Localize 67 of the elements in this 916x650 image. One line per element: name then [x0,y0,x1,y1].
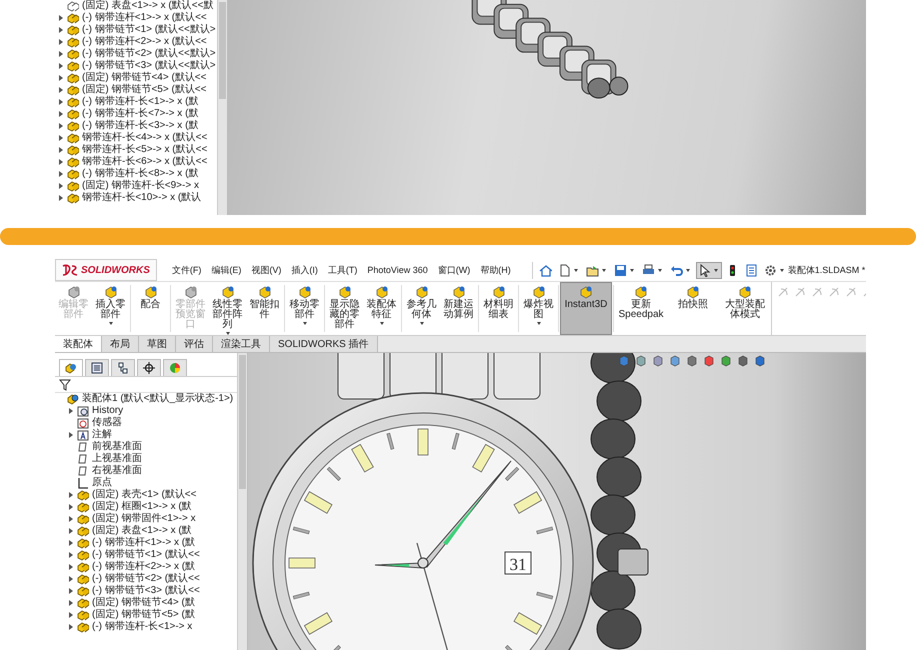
tab[interactable]: 布局 [102,336,139,352]
tree-item[interactable]: 上视基准面 [92,453,142,465]
tree-item[interactable]: (固定) 钢带链节<5> (默 [92,609,195,621]
tree-item[interactable]: (固定) 表壳<1> (默认<< [92,489,196,501]
tree-item[interactable]: History [92,405,124,417]
toolbar-button[interactable]: 新建运动算例 [440,282,477,335]
tree-item[interactable]: 传感器 [92,417,122,429]
toolbar-button[interactable]: 爆炸视图 [520,282,557,335]
tree-item[interactable]: 钢带连杆-长<5>-> x (默认<< [82,144,208,156]
document-title: 装配体1.SLDASM * [788,264,866,276]
toolbar-button[interactable]: 移动零部件 [286,282,323,335]
tab[interactable]: 渲染工具 [213,336,270,352]
logo-text: SOLIDWORKS [81,264,150,276]
tree-item[interactable]: (-) 钢带连杆<2>-> x (默认<< [82,36,207,48]
tree-item[interactable]: (固定) 钢带链节<5> (默认<< [82,84,206,96]
tree-item[interactable]: (-) 钢带连杆<1>-> x (默认<< [82,12,207,24]
tree-item[interactable]: 装配体1 (默认<默认_显示状态-1>) [82,393,234,405]
tree-item[interactable]: (-) 钢带连杆<1>-> x (默 [92,537,196,549]
tree-item[interactable]: (固定) 钢带固件<1>-> x [92,513,196,525]
toolbar-button[interactable]: 拍快照 [667,282,719,335]
tree-item[interactable]: (-) 钢带连杆-长<1>-> x (默 [82,96,198,108]
toolbar-button[interactable]: 材料明细表 [480,282,517,335]
toolbar-button[interactable]: Instant3D [560,282,612,335]
tree-item[interactable]: (固定) 钢带链节<4> (默 [92,597,195,609]
tree-item[interactable]: (-) 钢带链节<1> (默认<<默认> [82,24,216,36]
tree-item[interactable]: (-) 钢带连杆-长<8>-> x (默 [82,168,198,180]
tree-item[interactable]: 钢带连杆-长<4>-> x (默认<< [82,132,208,144]
tree-item[interactable]: (-) 钢带连杆-长<7>-> x (默 [82,108,198,120]
tree-item[interactable]: 钢带连杆-长<10>-> x (默认 [82,192,202,204]
tab[interactable]: 装配体 [55,336,102,352]
tree-item[interactable]: (固定) 钢带链节<4> (默认<< [82,72,206,84]
menu-item[interactable]: PhotoView 360 [362,265,433,275]
tree-item[interactable]: (-) 钢带链节<3> (默认<<默认> [82,60,216,72]
tree-item[interactable]: (-) 钢带连杆<2>-> x (默 [92,561,196,573]
tree-item[interactable]: (-) 钢带连杆-长<1>-> x [92,621,192,633]
date-window: 31 [510,555,526,574]
menu-item[interactable]: 工具(T) [322,264,362,276]
tab[interactable]: 评估 [176,336,213,352]
tree-item[interactable]: 原点 [92,477,112,489]
tree-item[interactable]: 钢带连杆-长<6>-> x (默认<< [82,156,208,168]
tree-item[interactable]: 前视基准面 [92,441,142,453]
tree-item[interactable]: 右视基准面 [92,465,142,477]
menu-item[interactable]: 插入(I) [286,264,323,276]
tree-item[interactable]: (-) 钢带链节<1> (默认<< [92,549,200,561]
tree-item[interactable]: (固定) 钢带连杆-长<9>-> x [82,180,199,192]
toolbar-button[interactable]: 大型装配体模式 [719,282,771,335]
tree-item[interactable]: (-) 钢带链节<3> (默认<< [92,585,200,597]
tab[interactable]: SOLIDWORKS 插件 [270,336,378,352]
toolbar-button[interactable]: 配合 [132,282,169,335]
menu-item[interactable]: 编辑(E) [206,264,246,276]
menu-item[interactable]: 窗口(W) [432,264,476,276]
toolbar-button[interactable]: 插入零部件 [92,282,129,335]
tree-item[interactable]: (-) 钢带连杆-长<3>-> x (默 [82,120,198,132]
tree-item[interactable]: (-) 钢带链节<2> (默认<< [92,573,200,585]
toolbar-button[interactable]: 智能扣件 [246,282,283,335]
toolbar-button[interactable]: 装配体特征 [363,282,400,335]
tree-item[interactable]: (-) 钢带链节<2> (默认<<默认> [82,48,216,60]
tree-item[interactable]: 注解 [92,429,112,441]
toolbar-button[interactable]: 显示隐藏的零部件 [326,282,363,335]
menu-item[interactable]: 视图(V) [246,264,286,276]
tab[interactable]: 草图 [139,336,176,352]
tree-item[interactable]: (固定) 框圈<1>-> x (默 [92,501,192,513]
menu-item[interactable]: 文件(F) [166,264,206,276]
toolbar-button[interactable]: 参考几何体 [403,282,440,335]
tree-item[interactable]: (固定) 表盘<1>-> x (默 [92,525,192,537]
toolbar-button[interactable]: 更新Speedpak [615,282,667,335]
menu-item[interactable]: 帮助(H) [475,264,516,276]
